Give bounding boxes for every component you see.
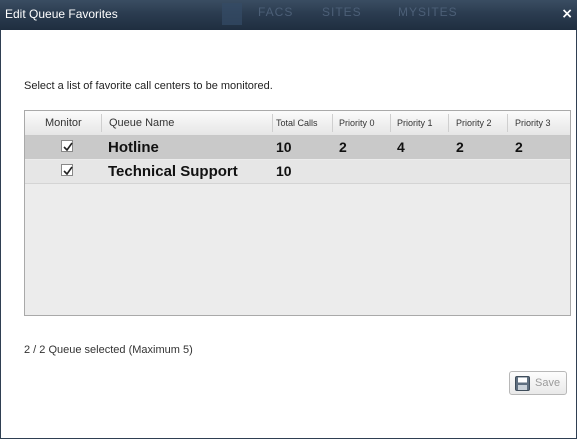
header-monitor[interactable]: Monitor <box>45 111 82 135</box>
table-header: Monitor Queue Name Total Calls Priority … <box>25 111 570 136</box>
dialog-titlebar: Edit Queue Favorites FACS SITES MYSITES … <box>0 0 577 30</box>
priority-3-value: 2 <box>515 139 523 155</box>
background-tab-facs: FACS <box>258 5 294 19</box>
close-icon[interactable]: × <box>561 6 573 22</box>
column-divider <box>101 114 102 132</box>
background-tab-sites: SITES <box>322 5 362 19</box>
total-calls: 10 <box>276 139 292 155</box>
background-tab-block <box>222 3 242 25</box>
save-button[interactable]: Save <box>509 371 567 395</box>
header-priority-1[interactable]: Priority 1 <box>397 111 433 135</box>
queue-name: Hotline <box>108 139 159 156</box>
header-queue-name[interactable]: Queue Name <box>109 111 174 135</box>
column-divider <box>272 114 273 132</box>
monitor-checkbox[interactable] <box>61 140 73 152</box>
table-row[interactable]: Technical Support 10 <box>25 160 570 184</box>
floppy-disk-icon <box>515 376 530 396</box>
column-divider <box>507 114 508 132</box>
column-divider <box>332 114 333 132</box>
queue-table: Monitor Queue Name Total Calls Priority … <box>24 110 571 316</box>
background-tab-mysites: MYSITES <box>398 5 458 19</box>
save-button-label: Save <box>535 377 561 389</box>
table-row[interactable]: Hotline 10 2 4 2 2 <box>25 136 570 159</box>
queue-name: Technical Support <box>108 163 238 180</box>
column-divider <box>448 114 449 132</box>
header-total-calls[interactable]: Total Calls <box>276 111 318 135</box>
monitor-checkbox[interactable] <box>61 164 73 176</box>
total-calls: 10 <box>276 163 292 179</box>
dialog-title: Edit Queue Favorites <box>5 7 118 21</box>
checkmark-icon <box>63 166 73 176</box>
priority-2-value: 2 <box>456 139 464 155</box>
instruction-text: Select a list of favorite call centers t… <box>24 80 273 92</box>
column-divider <box>390 114 391 132</box>
selection-status: 2 / 2 Queue selected (Maximum 5) <box>24 344 193 356</box>
header-priority-3[interactable]: Priority 3 <box>515 111 551 135</box>
checkmark-icon <box>63 142 73 152</box>
header-priority-2[interactable]: Priority 2 <box>456 111 492 135</box>
header-priority-0[interactable]: Priority 0 <box>339 111 375 135</box>
priority-1-value: 4 <box>397 139 405 155</box>
priority-0-value: 2 <box>339 139 347 155</box>
